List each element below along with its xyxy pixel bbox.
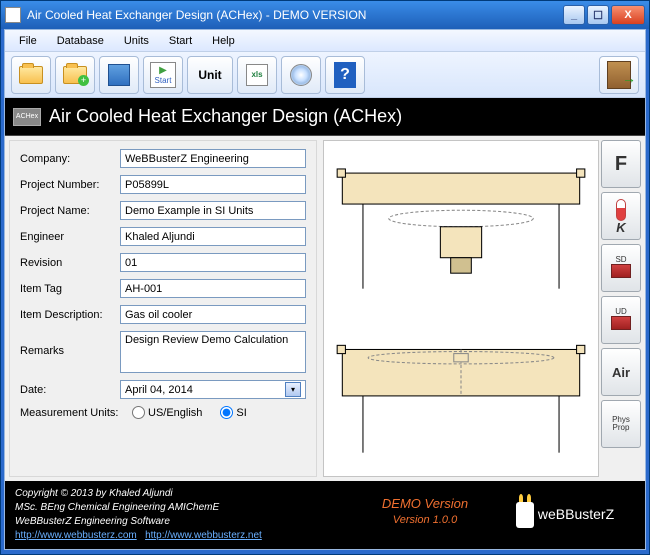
book-icon — [611, 264, 631, 278]
item-tag-field[interactable] — [120, 279, 306, 298]
project-name-field[interactable] — [120, 201, 306, 220]
ud-button[interactable]: UD — [601, 296, 641, 344]
label-engineer: Engineer — [20, 231, 120, 243]
link-net[interactable]: http://www.webbusterz.net — [145, 530, 262, 541]
air-button[interactable]: Air — [601, 348, 641, 396]
project-form: Company: Project Number: Project Name: E… — [9, 140, 317, 477]
sd-button[interactable]: SD — [601, 244, 641, 292]
cd-button[interactable] — [281, 56, 321, 94]
export-excel-button[interactable]: xls — [237, 56, 277, 94]
unit-button[interactable]: Unit — [187, 56, 233, 94]
folder-open-icon — [19, 66, 43, 84]
exit-button[interactable] — [599, 56, 639, 94]
start-calc-button[interactable]: Start — [143, 56, 183, 94]
excel-icon: xls — [246, 64, 268, 86]
company-field[interactable] — [120, 149, 306, 168]
exit-icon — [607, 61, 631, 89]
label-units: Measurement Units: — [20, 407, 120, 419]
engineer-field[interactable] — [120, 227, 306, 246]
menu-start[interactable]: Start — [159, 32, 202, 50]
cd-icon — [290, 64, 312, 86]
label-project-number: Project Number: — [20, 179, 120, 191]
folder-new-icon — [63, 66, 87, 84]
label-project-name: Project Name: — [20, 205, 120, 217]
credentials-text: MSc. BEng Chemical Engineering AMIChemE — [15, 501, 355, 515]
project-number-field[interactable] — [120, 175, 306, 194]
brand-logo: weBBusterZ — [495, 487, 635, 543]
heat-exchanger-top-view — [332, 313, 590, 469]
menu-units[interactable]: Units — [114, 32, 159, 50]
link-com[interactable]: http://www.webbusterz.com — [15, 530, 137, 541]
candle-icon — [516, 502, 534, 528]
label-company: Company: — [20, 153, 120, 165]
footer: Copyright © 2013 by Khaled Aljundi MSc. … — [5, 481, 645, 549]
window-title: Air Cooled Heat Exchanger Design (ACHex)… — [27, 8, 366, 22]
app-window: Air Cooled Heat Exchanger Design (ACHex)… — [0, 0, 650, 555]
item-description-field[interactable] — [120, 305, 306, 324]
thermometer-icon — [616, 199, 626, 221]
diagram-panel — [323, 140, 599, 477]
label-revision: Revision — [20, 257, 120, 269]
achex-icon: ACHex — [13, 108, 41, 126]
help-button[interactable]: ? — [325, 56, 365, 94]
open-button[interactable] — [11, 56, 51, 94]
close-button[interactable]: X — [611, 5, 645, 25]
label-date: Date: — [20, 384, 120, 396]
save-icon — [108, 64, 130, 86]
radio-si[interactable]: SI — [220, 406, 246, 419]
menu-file[interactable]: File — [9, 32, 47, 50]
phys-prop-button[interactable]: PhysProp — [601, 400, 641, 448]
date-picker[interactable]: April 04, 2014 ▾ — [120, 380, 306, 399]
label-remarks: Remarks — [20, 331, 120, 357]
menu-help[interactable]: Help — [202, 32, 245, 50]
side-toolbar: F K SD UD Air PhysProp — [601, 140, 641, 477]
f-button[interactable]: F — [601, 140, 641, 188]
toolbar: Start Unit xls ? — [5, 52, 645, 98]
radio-us[interactable]: US/English — [132, 406, 202, 419]
date-value: April 04, 2014 — [125, 384, 193, 396]
start-icon: Start — [150, 62, 176, 88]
new-button[interactable] — [55, 56, 95, 94]
app-icon — [5, 7, 21, 23]
banner-title: Air Cooled Heat Exchanger Design (ACHex) — [49, 106, 402, 127]
heat-exchanger-side-view — [332, 149, 590, 305]
help-icon: ? — [334, 62, 356, 88]
menu-database[interactable]: Database — [47, 32, 114, 50]
version-label: Version 1.0.0 — [355, 513, 495, 528]
remarks-field[interactable]: Design Review Demo Calculation — [120, 331, 306, 373]
software-text: WeBBusterZ Engineering Software — [15, 515, 355, 529]
titlebar[interactable]: Air Cooled Heat Exchanger Design (ACHex)… — [1, 1, 649, 29]
save-button[interactable] — [99, 56, 139, 94]
minimize-button[interactable]: _ — [563, 5, 585, 25]
revision-field[interactable] — [120, 253, 306, 272]
banner: ACHex Air Cooled Heat Exchanger Design (… — [5, 98, 645, 136]
menubar: File Database Units Start Help — [5, 30, 645, 52]
label-item-tag: Item Tag — [20, 283, 120, 295]
demo-label: DEMO Version — [355, 495, 495, 513]
maximize-button[interactable]: ☐ — [587, 5, 609, 25]
k-button[interactable]: K — [601, 192, 641, 240]
copyright-text: Copyright © 2013 by Khaled Aljundi — [15, 487, 355, 501]
chevron-down-icon[interactable]: ▾ — [285, 382, 301, 397]
label-item-description: Item Description: — [20, 309, 120, 321]
book-icon — [611, 316, 631, 330]
